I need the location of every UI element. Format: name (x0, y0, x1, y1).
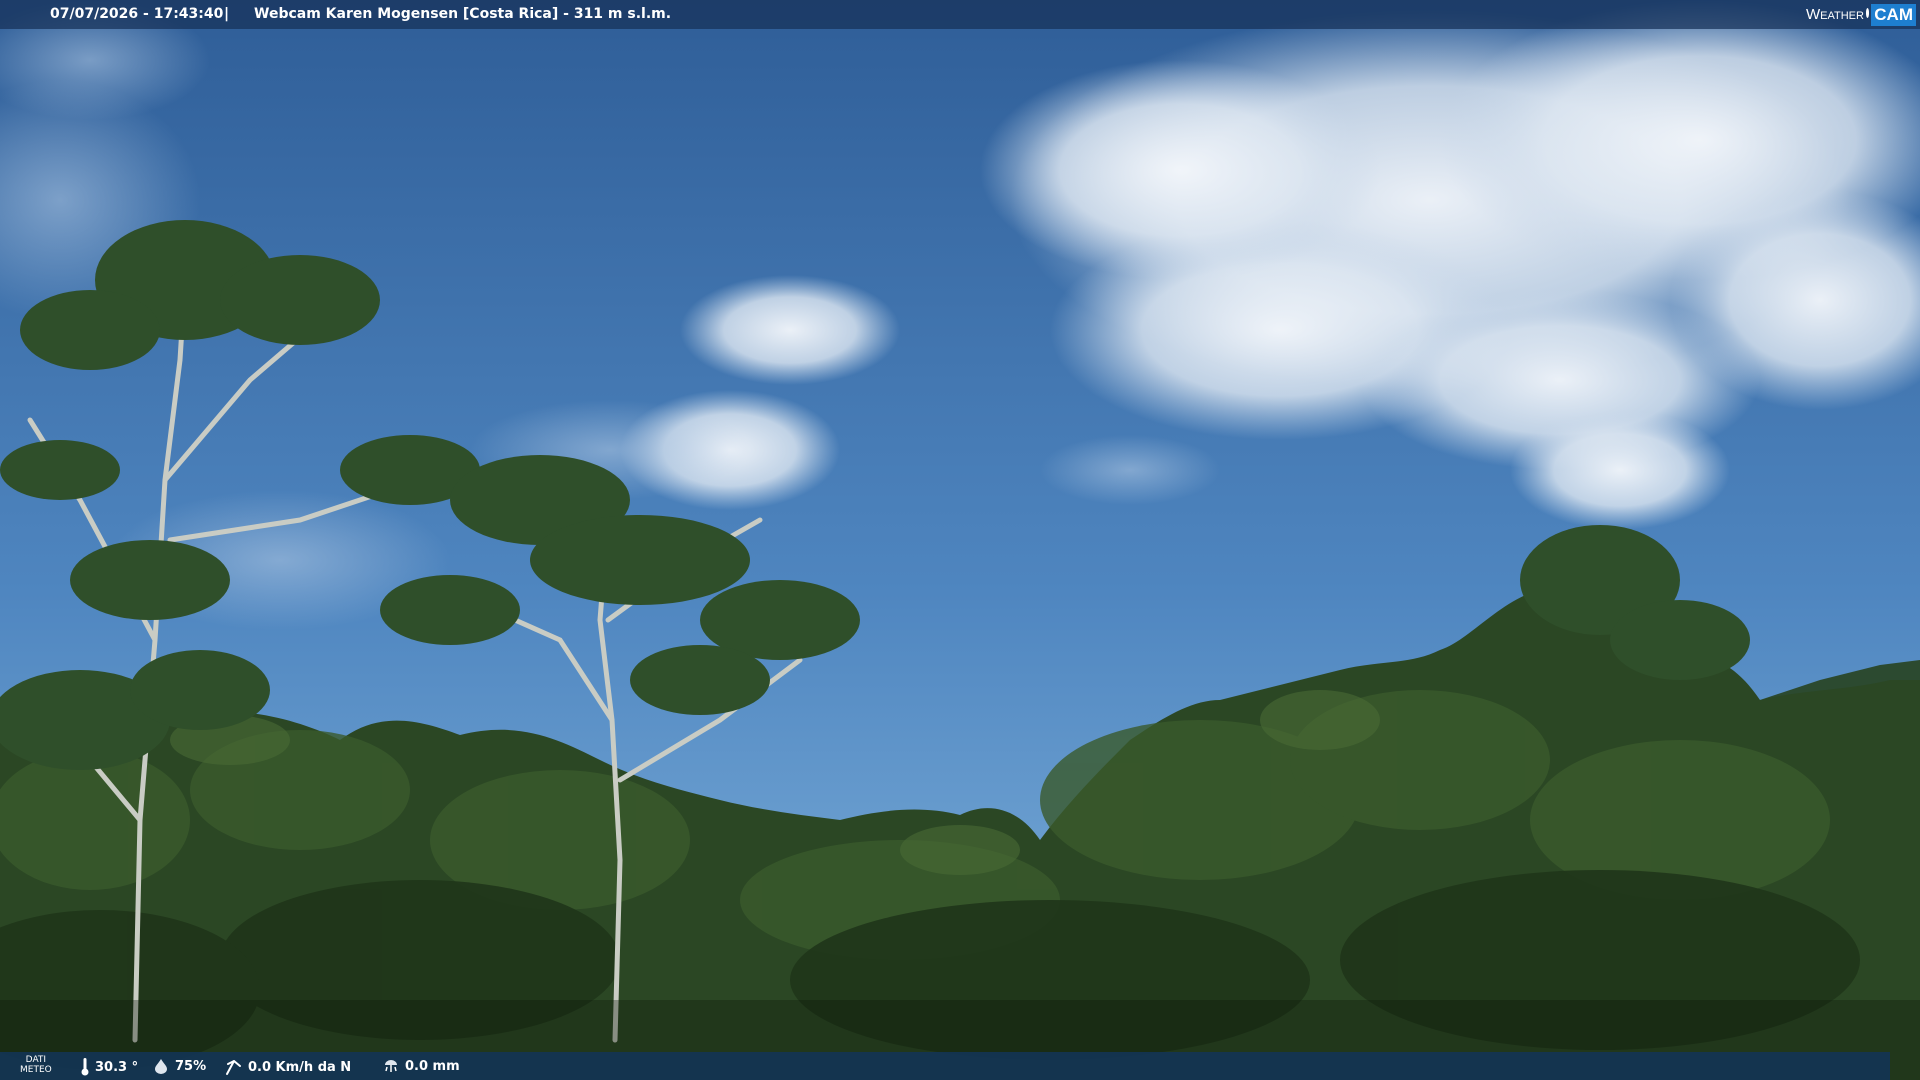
temperature-reading: 30.3 ° (80, 1058, 138, 1076)
wind-value: 0.0 Km/h da N (248, 1059, 352, 1075)
logo-dot-icon (1865, 7, 1870, 18)
wind-icon (226, 1060, 241, 1075)
webcam-image (0, 0, 1920, 1080)
weathercam-logo: Weather CAM (1806, 0, 1920, 29)
thermometer-icon (81, 1058, 89, 1076)
webcam-info-bar: 07/07/2026 - 17:43:40 | Webcam Karen Mog… (0, 0, 1920, 29)
logo-cam: CAM (1871, 3, 1916, 26)
timestamp: 07/07/2026 - 17:43:40 (50, 6, 224, 22)
logo-word: Weather (1806, 6, 1864, 23)
humidity-reading: 75% (152, 1058, 206, 1074)
weather-data-label: DATI METEO (20, 1055, 52, 1075)
humidity-drop-icon (155, 1059, 167, 1074)
humidity-value: 75% (175, 1058, 207, 1074)
weather-data-bar: DATI METEO 30.3 ° 75% 0.0 Km/h da N 0.0 … (0, 1052, 1890, 1080)
rain-value: 0.0 mm (405, 1058, 460, 1074)
rain-reading: 0.0 mm (382, 1058, 460, 1074)
temperature-value: 30.3 ° (95, 1059, 139, 1075)
weather-data-label-line1: DATI (25, 1055, 47, 1065)
wind-reading: 0.0 Km/h da N (225, 1058, 351, 1076)
weather-data-label-line2: METEO (20, 1065, 52, 1075)
rain-gauge-icon (385, 1060, 397, 1072)
title-separator: | (224, 6, 230, 22)
camera-title: Webcam Karen Mogensen [Costa Rica] - 311… (254, 6, 672, 22)
